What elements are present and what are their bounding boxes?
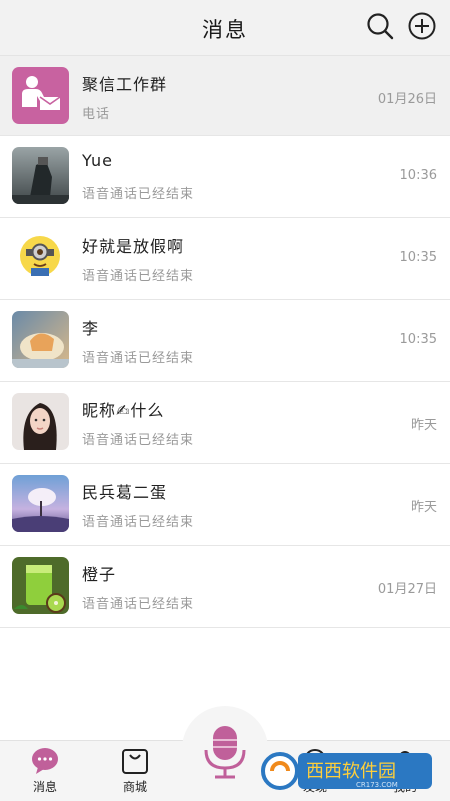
girl-avatar	[12, 393, 69, 450]
plus-circle-icon[interactable]	[407, 11, 437, 41]
conversation-time: 01月27日	[377, 582, 437, 597]
tab-label: 商城	[122, 780, 147, 794]
tab-messages[interactable]: 消息	[15, 741, 75, 801]
conversation-time: 10:36	[399, 168, 437, 183]
conversation-name: 民兵葛二蛋	[82, 483, 168, 502]
landscape-avatar	[12, 475, 69, 532]
conversation-name: 李	[82, 319, 100, 338]
conversation-row-nickname[interactable]: 昵称✍什么 语音通话已经结束 昨天	[0, 382, 450, 464]
svg-text:西西软件园: 西西软件园	[306, 761, 396, 782]
conversation-subtitle: 语音通话已经结束	[82, 269, 195, 284]
conversation-time: 10:35	[399, 250, 437, 265]
conversation-row-minbing[interactable]: 民兵葛二蛋 语音通话已经结束 昨天	[0, 464, 450, 546]
shopping-bag-icon	[122, 749, 148, 774]
watermark-logo: 西西软件园 CR173.COM	[260, 748, 435, 794]
photo-avatar	[12, 147, 69, 204]
conversation-name: 好就是放假啊	[82, 237, 185, 256]
conversation-name: 聚信工作群	[82, 75, 168, 94]
conversation-name: Yue	[82, 151, 113, 170]
conversation-row-li[interactable]: 李 语音通话已经结束 10:35	[0, 300, 450, 382]
conversation-name: 橙子	[82, 565, 117, 584]
conversation-row-chengzi[interactable]: 橙子 语音通话已经结束 01月27日	[0, 546, 450, 628]
conversation-subtitle: 语音通话已经结束	[82, 351, 195, 366]
conversation-time: 10:35	[399, 332, 437, 347]
juice-avatar	[12, 557, 69, 614]
tab-mall[interactable]: 商城	[105, 741, 165, 801]
conversation-row-yue[interactable]: Yue 语音通话已经结束 10:36	[0, 136, 450, 218]
microphone-icon[interactable]	[199, 722, 251, 782]
conversation-subtitle: 电话	[82, 107, 111, 122]
conversation-time: 昨天	[410, 500, 437, 515]
tab-label: 消息	[32, 780, 57, 794]
svg-text:CR173.COM: CR173.COM	[356, 781, 398, 789]
conversation-subtitle: 语音通话已经结束	[82, 597, 195, 612]
conversation-row-fangjia[interactable]: 好就是放假啊 语音通话已经结束 10:35	[0, 218, 450, 300]
chat-bubble-icon	[32, 748, 58, 774]
top-bar: 消息	[0, 0, 450, 56]
search-icon[interactable]	[365, 11, 395, 41]
conversation-time: 昨天	[410, 418, 437, 433]
minion-avatar	[12, 229, 69, 286]
conversation-subtitle: 语音通话已经结束	[82, 433, 195, 448]
food-avatar	[12, 311, 69, 368]
conversation-name: 昵称✍什么	[82, 401, 165, 420]
work-group-avatar	[12, 67, 69, 124]
conversation-list: 聚信工作群 电话 01月26日 Yue 语音通话已经结束 10:36 好就是放假…	[0, 56, 450, 628]
conversation-subtitle: 语音通话已经结束	[82, 187, 195, 202]
conversation-subtitle: 语音通话已经结束	[82, 515, 195, 530]
conversation-row-work-group[interactable]: 聚信工作群 电话 01月26日	[0, 56, 450, 136]
conversation-time: 01月26日	[377, 92, 437, 107]
